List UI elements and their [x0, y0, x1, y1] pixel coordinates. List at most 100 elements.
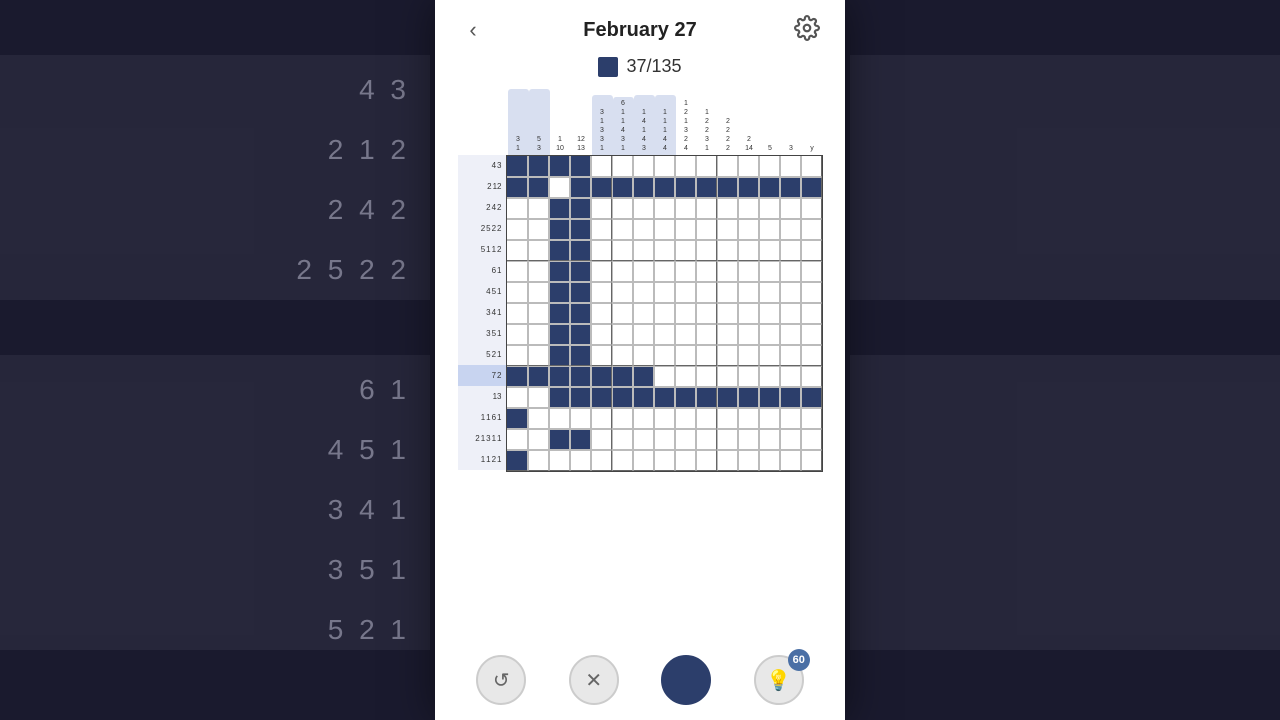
grid-cell[interactable]: [696, 240, 717, 261]
grid-cell[interactable]: [738, 177, 759, 198]
grid-cell[interactable]: [570, 156, 591, 177]
grid-cell[interactable]: [633, 408, 654, 429]
grid-cell[interactable]: [780, 198, 801, 219]
grid-cell[interactable]: [696, 450, 717, 471]
grid-cell[interactable]: [738, 345, 759, 366]
grid-cell[interactable]: [696, 324, 717, 345]
grid-cell[interactable]: [738, 156, 759, 177]
grid-cell[interactable]: [675, 324, 696, 345]
grid-cell[interactable]: [654, 345, 675, 366]
grid-cell[interactable]: [528, 324, 549, 345]
grid-cell[interactable]: [570, 324, 591, 345]
grid-cell[interactable]: [633, 219, 654, 240]
grid-cell[interactable]: [612, 366, 633, 387]
grid-cell[interactable]: [801, 387, 822, 408]
grid-cell[interactable]: [528, 198, 549, 219]
grid-cell[interactable]: [654, 429, 675, 450]
grid-cell[interactable]: [759, 366, 780, 387]
grid-cell[interactable]: [801, 156, 822, 177]
grid-cell[interactable]: [591, 387, 612, 408]
grid-cell[interactable]: [654, 366, 675, 387]
grid-cell[interactable]: [507, 282, 528, 303]
grid-cell[interactable]: [528, 366, 549, 387]
grid-cell[interactable]: [780, 345, 801, 366]
grid-cell[interactable]: [780, 282, 801, 303]
grid-cell[interactable]: [570, 198, 591, 219]
grid-cell[interactable]: [591, 408, 612, 429]
grid-cell[interactable]: [528, 156, 549, 177]
grid-cell[interactable]: [612, 450, 633, 471]
grid-cell[interactable]: [612, 429, 633, 450]
grid-cell[interactable]: [507, 198, 528, 219]
grid-cell[interactable]: [633, 366, 654, 387]
grid-cell[interactable]: [591, 177, 612, 198]
grid-cell[interactable]: [570, 345, 591, 366]
grid-cell[interactable]: [675, 387, 696, 408]
grid-cell[interactable]: [717, 177, 738, 198]
grid-cell[interactable]: [507, 156, 528, 177]
grid-cell[interactable]: [801, 303, 822, 324]
grid-cell[interactable]: [801, 282, 822, 303]
grid-cell[interactable]: [717, 303, 738, 324]
grid-cell[interactable]: [780, 387, 801, 408]
grid-cell[interactable]: [633, 303, 654, 324]
cross-button[interactable]: ✕: [569, 655, 619, 705]
settings-button[interactable]: [789, 12, 825, 48]
grid-cell[interactable]: [717, 450, 738, 471]
grid-cell[interactable]: [675, 303, 696, 324]
grid-cell[interactable]: [675, 366, 696, 387]
grid-cell[interactable]: [738, 429, 759, 450]
grid-cell[interactable]: [675, 282, 696, 303]
grid-cell[interactable]: [633, 324, 654, 345]
grid-cell[interactable]: [675, 429, 696, 450]
grid-cell[interactable]: [738, 303, 759, 324]
grid-cell[interactable]: [675, 240, 696, 261]
grid-cell[interactable]: [612, 156, 633, 177]
grid-cell[interactable]: [528, 240, 549, 261]
grid-cell[interactable]: [759, 303, 780, 324]
grid-cell[interactable]: [633, 345, 654, 366]
grid-cell[interactable]: [570, 387, 591, 408]
grid-cell[interactable]: [612, 177, 633, 198]
grid-cell[interactable]: [780, 429, 801, 450]
grid-cell[interactable]: [549, 156, 570, 177]
grid-cell[interactable]: [612, 282, 633, 303]
grid-cell[interactable]: [801, 219, 822, 240]
grid-cell[interactable]: [528, 429, 549, 450]
grid-cell[interactable]: [801, 345, 822, 366]
grid-cell[interactable]: [738, 324, 759, 345]
grid-cell[interactable]: [591, 240, 612, 261]
grid-cell[interactable]: [780, 408, 801, 429]
grid-cell[interactable]: [549, 261, 570, 282]
grid-cell[interactable]: [780, 156, 801, 177]
grid-cell[interactable]: [675, 219, 696, 240]
grid-cell[interactable]: [507, 240, 528, 261]
grid-cell[interactable]: [528, 177, 549, 198]
grid-cell[interactable]: [675, 177, 696, 198]
grid-cell[interactable]: [654, 261, 675, 282]
grid-cell[interactable]: [738, 282, 759, 303]
grid-cell[interactable]: [654, 450, 675, 471]
grid-cell[interactable]: [507, 429, 528, 450]
grid-cell[interactable]: [717, 429, 738, 450]
grid-cell[interactable]: [717, 387, 738, 408]
grid-cell[interactable]: [591, 156, 612, 177]
grid-cell[interactable]: [591, 345, 612, 366]
grid-cell[interactable]: [780, 324, 801, 345]
grid-cell[interactable]: [738, 408, 759, 429]
grid-cell[interactable]: [696, 177, 717, 198]
grid-cell[interactable]: [759, 324, 780, 345]
grid-cell[interactable]: [738, 450, 759, 471]
grid-cell[interactable]: [780, 219, 801, 240]
grid-cell[interactable]: [633, 156, 654, 177]
grid-cell[interactable]: [738, 219, 759, 240]
grid-cells[interactable]: [506, 155, 823, 472]
grid-cell[interactable]: [612, 324, 633, 345]
grid-cell[interactable]: [675, 198, 696, 219]
grid-cell[interactable]: [801, 366, 822, 387]
grid-cell[interactable]: [528, 282, 549, 303]
grid-cell[interactable]: [738, 261, 759, 282]
grid-cell[interactable]: [759, 408, 780, 429]
grid-cell[interactable]: [549, 345, 570, 366]
grid-cell[interactable]: [549, 387, 570, 408]
